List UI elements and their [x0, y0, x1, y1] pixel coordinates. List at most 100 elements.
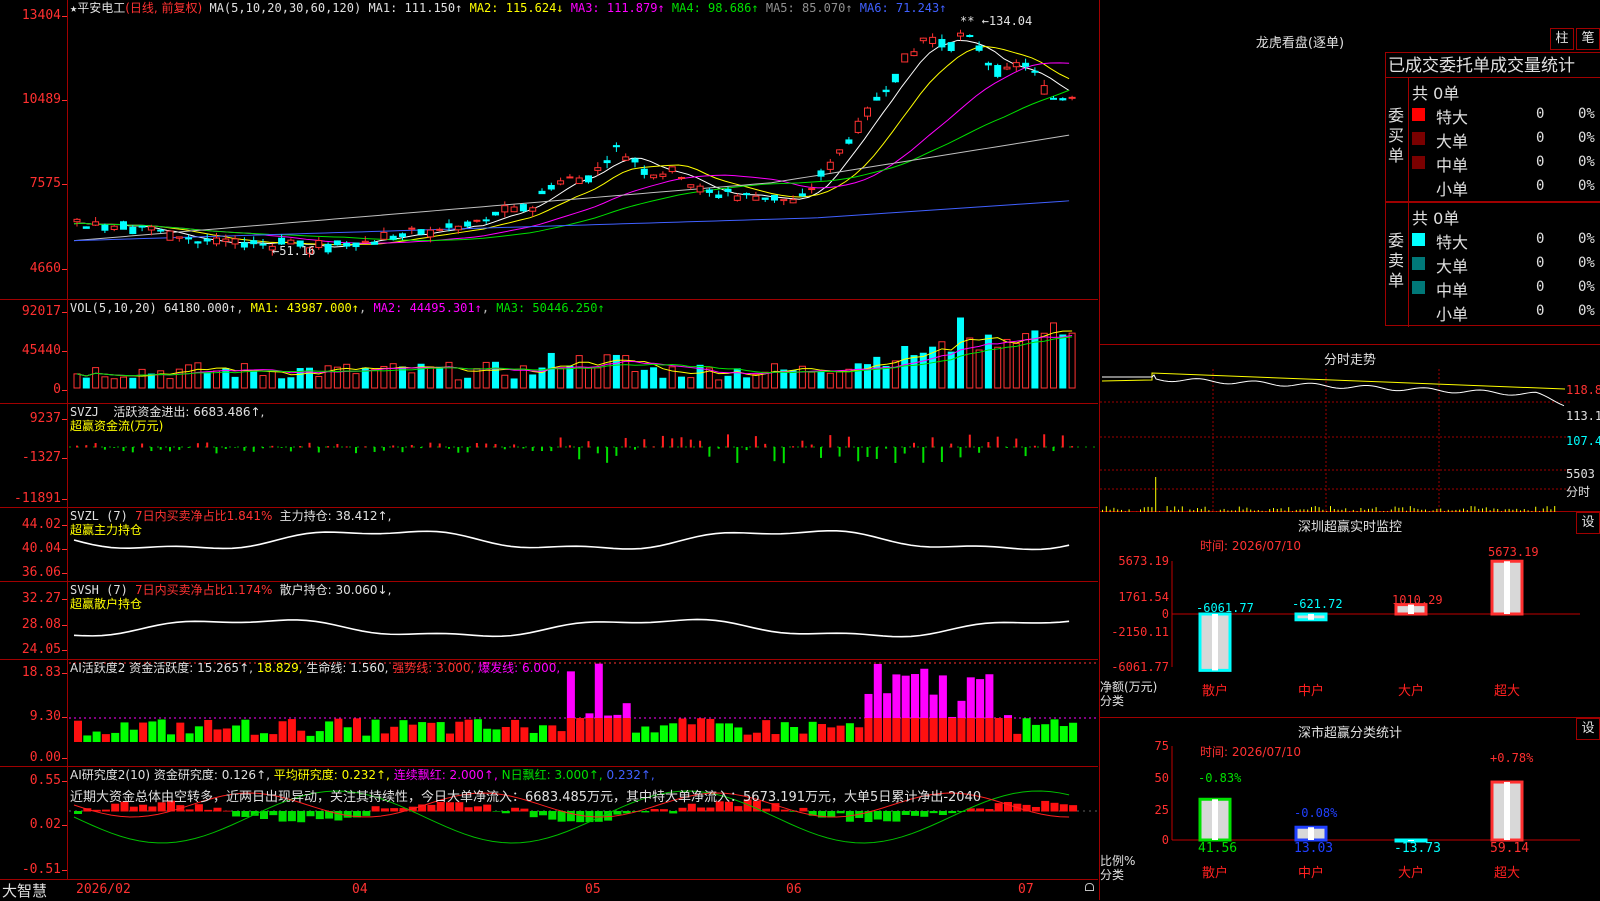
candle-body — [93, 222, 99, 225]
research-bar — [223, 811, 231, 812]
ai-activity-chart[interactable] — [69, 660, 1098, 767]
candle-body — [558, 181, 564, 184]
candle-body — [130, 227, 136, 233]
intraday-panel[interactable]: 分时走势 118.8 113.1 107.4 5503 分时 — [1099, 345, 1600, 512]
flow-bar — [978, 447, 980, 453]
flow-bar — [1006, 447, 1008, 448]
activity-bar — [176, 723, 184, 742]
intraday-vol: 5503 — [1566, 467, 1595, 481]
y-tick: 10489 — [22, 93, 61, 107]
candle-body — [613, 146, 619, 147]
candle-body — [241, 243, 247, 247]
buy-total: 共 0单 — [1412, 80, 1459, 104]
activity-bar-base — [586, 718, 594, 742]
svzj-pane[interactable]: 9237 -1327 -11891 SVZJ 活跃资金进出: 6683.486↑… — [0, 404, 1098, 508]
volume-bar — [148, 374, 154, 388]
low-price-label: ←51.16 — [272, 244, 315, 258]
candle-body — [362, 241, 368, 242]
candle-body — [632, 159, 638, 162]
research-bar — [130, 807, 138, 812]
sell-count: 0 — [1536, 231, 1544, 247]
bar-mode-button[interactable]: 柱 — [1550, 28, 1574, 50]
flow-bar — [625, 438, 627, 448]
flow-bar — [653, 446, 655, 447]
classify-bar-chart: 7550250散户中户大户超大-0.83%-0.08%+0.78%41.5613… — [1100, 718, 1600, 900]
volume-pane[interactable]: 92017 45440 0 VOL(5,10,20) 64180.000↑, M… — [0, 300, 1098, 404]
flow-bar — [178, 447, 180, 450]
volume-bar — [660, 378, 666, 388]
ai-research-chart[interactable] — [69, 767, 1098, 880]
volume-bar — [604, 355, 610, 388]
activity-bar — [241, 720, 249, 742]
flow-bar — [922, 447, 924, 463]
volume-bar — [641, 370, 647, 388]
intraday-volume-bar — [1155, 477, 1156, 512]
sell-section: 委卖单 共 0单 特大 0 0% 大单 0 0% 中单 0 0% 小单 0 0% — [1385, 202, 1600, 326]
y-tick: 5673.19 — [1118, 554, 1169, 568]
stock-name[interactable]: 平安电工 — [77, 1, 125, 15]
volume-bar — [902, 346, 908, 388]
volume-bar — [139, 369, 145, 388]
buy-name: 大单 — [1436, 128, 1468, 152]
buy-swatch — [1412, 132, 1425, 145]
flow-bar — [513, 444, 515, 447]
flow-bar — [746, 447, 748, 450]
sell-label: 委卖单 — [1388, 231, 1406, 291]
activity-bar — [511, 720, 519, 742]
activity-bar — [827, 727, 835, 742]
brand-logo[interactable]: 大智慧 — [2, 880, 47, 901]
candle-body — [567, 177, 573, 178]
lhb-tabs[interactable]: 已成交委托单成交量统计 — [1385, 52, 1600, 78]
activity-bar — [548, 725, 556, 742]
y-tick: 28.08 — [22, 618, 61, 632]
svzj-header: SVZJ 活跃资金进出: 6683.486↑, 超赢资金流(万元) — [70, 405, 264, 433]
candle-body — [651, 175, 657, 178]
research-bar — [892, 811, 900, 822]
candle-body — [74, 219, 80, 221]
candle-body — [474, 220, 480, 221]
sell-name: 小单 — [1436, 301, 1468, 325]
candle-body — [1004, 67, 1010, 69]
flow-bar — [299, 446, 301, 448]
research-bar — [493, 811, 501, 812]
flow-bar — [811, 445, 813, 448]
activity-bar — [651, 732, 659, 742]
research-bar — [641, 811, 649, 812]
candlestick-chart[interactable] — [69, 0, 1098, 300]
flow-bar — [76, 446, 78, 448]
research-bar — [334, 811, 342, 820]
volume-bar — [567, 366, 573, 388]
ai-activity-pane[interactable]: 18.83 9.30 0.00 AI活跃度2 资金活跃度: 15.265↑, 1… — [0, 660, 1098, 767]
candle-body — [948, 43, 954, 51]
research-bar — [381, 808, 389, 811]
volume-bar — [651, 368, 657, 388]
flow-bar — [206, 443, 208, 448]
buy-row: 中单 0 0% — [1412, 152, 1600, 174]
ai-research-pane[interactable]: 0.55 0.02 -0.51 AI研究度2(10) 资金研究度: 0.126↑… — [0, 767, 1098, 880]
volume-chart[interactable] — [69, 300, 1098, 404]
activity-bar-base — [985, 718, 993, 742]
activity-bar — [744, 735, 752, 742]
lock-icon[interactable] — [1085, 883, 1094, 891]
sell-row: 特大 0 0% — [1412, 229, 1600, 251]
period-label[interactable]: (日线, 前复权) — [125, 1, 202, 15]
volume-bar — [892, 361, 898, 388]
volume-bar — [214, 371, 220, 388]
volume-bar — [725, 376, 731, 388]
candle-body — [976, 46, 982, 50]
research-bar — [911, 811, 919, 816]
monitor-panel: 深圳超赢实时监控 设 时间: 2026/07/10 净额(万元)分类 5673.… — [1099, 512, 1600, 718]
activity-bar — [679, 719, 687, 742]
research-bar — [948, 811, 956, 813]
volume-bar — [502, 375, 508, 388]
intraday-chart[interactable] — [1100, 369, 1570, 512]
research-bar — [976, 808, 984, 811]
svsh-pane[interactable]: 32.27 28.08 24.05 SVSH (7) 7日内买卖净占比1.174… — [0, 582, 1098, 660]
activity-bar — [427, 723, 435, 742]
price-pane[interactable]: 13404 10489 7575 4660 ★平安电工(日线, 前复权) MA(… — [0, 0, 1098, 300]
ma-line — [74, 135, 1069, 241]
tick-mode-button[interactable]: 笔 — [1576, 28, 1600, 50]
flow-bar — [420, 447, 422, 448]
svzl-pane[interactable]: 44.02 40.04 36.06 SVZL (7) 7日内买卖净占比1.841… — [0, 508, 1098, 582]
activity-bar — [725, 723, 733, 742]
